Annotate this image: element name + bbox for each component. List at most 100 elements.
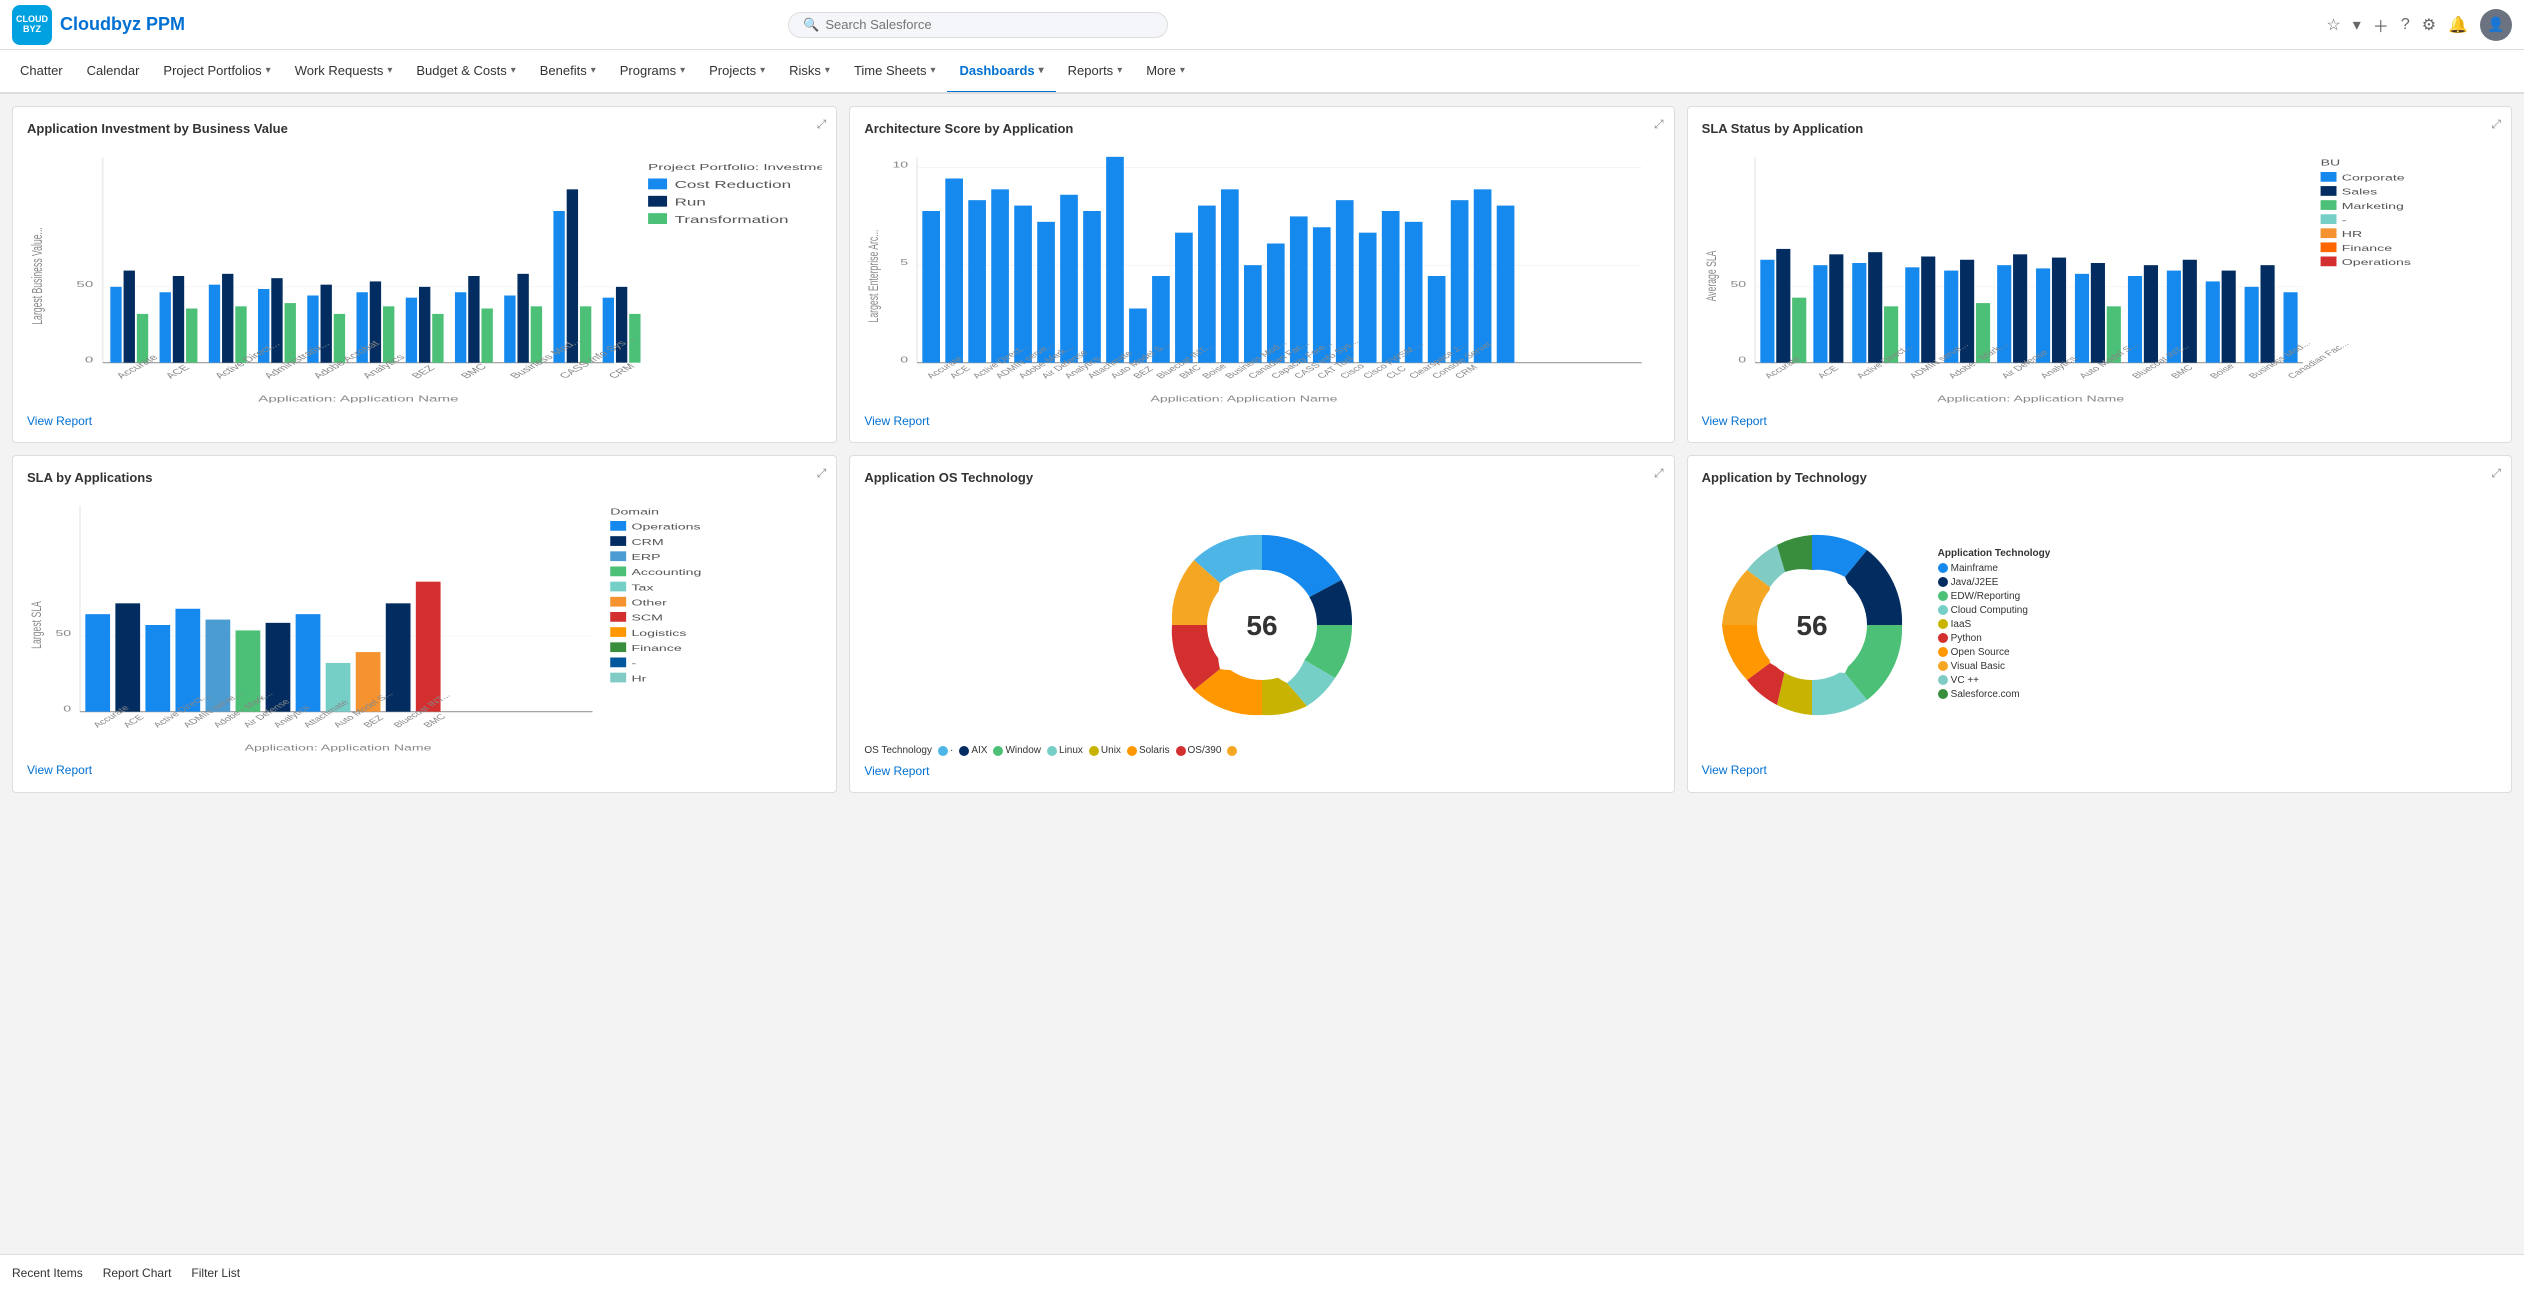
avatar[interactable]: 👤	[2480, 9, 2512, 41]
app-name: Cloudbyz PPM	[60, 14, 185, 35]
app-logo: CLOUDBYZ	[12, 5, 52, 45]
svg-text:Application: Application Name: Application: Application Name	[1151, 394, 1338, 404]
svg-text:Logistics: Logistics	[631, 628, 686, 638]
svg-text:Hr: Hr	[631, 674, 646, 684]
nav-item-risks[interactable]: Risks ▾	[777, 50, 842, 94]
svg-text:BMC: BMC	[2168, 364, 2196, 381]
nav-item-calendar[interactable]: Calendar	[75, 50, 152, 94]
chevron-down-icon: ▾	[760, 65, 765, 76]
top-right-icons: ☆ ▾ ＋ ? ⚙ 🔔 👤	[2326, 9, 2512, 41]
svg-text:Average SLA: Average SLA	[1704, 250, 1720, 301]
nav-item-reports[interactable]: Reports ▾	[1056, 50, 1135, 94]
svg-text:BU: BU	[2320, 158, 2340, 168]
plus-icon[interactable]: ＋	[2373, 13, 2389, 37]
chevron-down-icon: ▾	[511, 65, 516, 76]
nav-item-programs[interactable]: Programs ▾	[608, 50, 697, 94]
svg-text:Corporate: Corporate	[2341, 173, 2404, 183]
expand-icon[interactable]: ⤢	[2491, 466, 2501, 481]
svg-text:-: -	[631, 659, 636, 669]
card-title: Architecture Score by Application	[864, 121, 1659, 136]
bar-chart-investment: Largest Business Value... 0 50	[27, 146, 822, 406]
search-bar[interactable]: 🔍	[788, 12, 1168, 38]
help-icon[interactable]: ?	[2401, 16, 2410, 34]
svg-text:Largest SLA: Largest SLA	[29, 601, 45, 649]
expand-icon[interactable]: ⤢	[817, 466, 827, 481]
search-icon: 🔍	[803, 17, 819, 33]
svg-text:BMC: BMC	[459, 362, 490, 380]
expand-icon[interactable]: ⤢	[1654, 466, 1664, 481]
svg-text:ERP: ERP	[631, 553, 660, 563]
svg-text:-: -	[2341, 216, 2346, 226]
svg-text:Transformation: Transformation	[675, 214, 789, 225]
svg-text:Accounting: Accounting	[631, 568, 701, 578]
svg-text:Finance: Finance	[631, 644, 681, 654]
chevron-down-icon: ▾	[387, 65, 392, 76]
bottom-filter-list[interactable]: Filter List	[191, 1266, 240, 1280]
donut-chart-os: 56	[864, 495, 1659, 755]
card-sla-status: SLA Status by Application ⤢ Average SLA …	[1687, 106, 2512, 443]
expand-icon[interactable]: ⤢	[1654, 117, 1664, 132]
bar-chart-sla-status: Average SLA 0 50	[1702, 146, 2497, 406]
card-investment: Application Investment by Business Value…	[12, 106, 837, 443]
dropdown-icon[interactable]: ▾	[2353, 15, 2361, 35]
view-report-link[interactable]: View Report	[1702, 763, 1767, 777]
svg-text:56: 56	[1246, 610, 1277, 641]
nav-item-chatter[interactable]: Chatter	[8, 50, 75, 94]
view-report-link[interactable]: View Report	[27, 763, 92, 777]
expand-icon[interactable]: ⤢	[817, 117, 827, 132]
expand-icon[interactable]: ⤢	[2491, 117, 2501, 132]
svg-text:Application: Application Name: Application: Application Name	[1937, 394, 2124, 404]
view-report-link[interactable]: View Report	[864, 764, 929, 778]
svg-text:Largest Business Value...: Largest Business Value...	[29, 227, 46, 325]
svg-text:50: 50	[76, 279, 93, 289]
donut-wrap: 56	[1702, 515, 1922, 735]
bottom-report-chart[interactable]: Report Chart	[103, 1266, 172, 1280]
card-sla-apps: SLA by Applications ⤢ Largest SLA 0 50	[12, 455, 837, 793]
view-report-link[interactable]: View Report	[1702, 414, 1767, 428]
svg-text:56: 56	[1796, 610, 1827, 641]
star-icon[interactable]: ☆	[2326, 15, 2340, 35]
nav-item-dashboards[interactable]: Dashboards ▾	[947, 50, 1055, 94]
bell-icon[interactable]: 🔔	[2448, 15, 2468, 35]
svg-text:BEZ: BEZ	[409, 364, 438, 381]
svg-text:Boise: Boise	[1200, 362, 1230, 380]
nav-item-benefits[interactable]: Benefits ▾	[528, 50, 608, 94]
svg-text:Application: Application Name: Application: Application Name	[245, 743, 432, 753]
svg-text:10: 10	[893, 160, 909, 170]
svg-text:Application: Application Name: Application: Application Name	[258, 394, 458, 404]
nav-item-project-portfolios[interactable]: Project Portfolios ▾	[151, 50, 282, 94]
donut-chart-tech: 56 Application Technology Mainframe Java…	[1702, 495, 2497, 755]
svg-text:5: 5	[901, 258, 909, 268]
svg-text:Other: Other	[631, 598, 666, 608]
tech-legend: Application Technology Mainframe Java/J2…	[1938, 548, 2051, 703]
svg-text:BEZ: BEZ	[361, 714, 386, 730]
nav-item-projects[interactable]: Projects ▾	[697, 50, 777, 94]
view-report-link[interactable]: View Report	[864, 414, 929, 428]
nav-bar: Chatter Calendar Project Portfolios ▾ Wo…	[0, 50, 2524, 94]
nav-item-more[interactable]: More ▾	[1134, 50, 1197, 94]
search-input[interactable]	[825, 17, 1153, 32]
chevron-down-icon: ▾	[1180, 65, 1185, 76]
bottom-recent-items[interactable]: Recent Items	[12, 1266, 83, 1280]
card-architecture: Architecture Score by Application ⤢ Larg…	[849, 106, 1674, 443]
svg-text:ACE: ACE	[163, 363, 193, 380]
nav-item-time-sheets[interactable]: Time Sheets ▾	[842, 50, 948, 94]
view-report-link[interactable]: View Report	[27, 414, 92, 428]
svg-text:50: 50	[1730, 279, 1746, 289]
settings-icon[interactable]: ⚙	[2422, 15, 2436, 35]
svg-text:50: 50	[55, 628, 71, 638]
svg-text:0: 0	[1738, 355, 1746, 365]
top-bar: CLOUDBYZ Cloudbyz PPM 🔍 ☆ ▾ ＋ ? ⚙ 🔔 👤	[0, 0, 2524, 50]
svg-text:0: 0	[901, 355, 909, 365]
main-content: Application Investment by Business Value…	[0, 94, 2524, 1254]
chevron-down-icon: ▾	[591, 65, 596, 76]
chevron-down-icon: ▾	[266, 65, 271, 76]
nav-item-budget-costs[interactable]: Budget & Costs ▾	[404, 50, 527, 94]
bar-chart-architecture: Largest Enterprise Arc... 0 5 10	[864, 146, 1659, 406]
nav-item-work-requests[interactable]: Work Requests ▾	[283, 50, 405, 94]
bar-chart-sla-apps: Largest SLA 0 50	[27, 495, 822, 755]
logo-text: CLOUDBYZ	[16, 15, 48, 35]
svg-text:Operations: Operations	[2341, 258, 2410, 268]
svg-text:Tax: Tax	[631, 583, 653, 593]
chevron-down-icon: ▾	[1117, 65, 1122, 76]
